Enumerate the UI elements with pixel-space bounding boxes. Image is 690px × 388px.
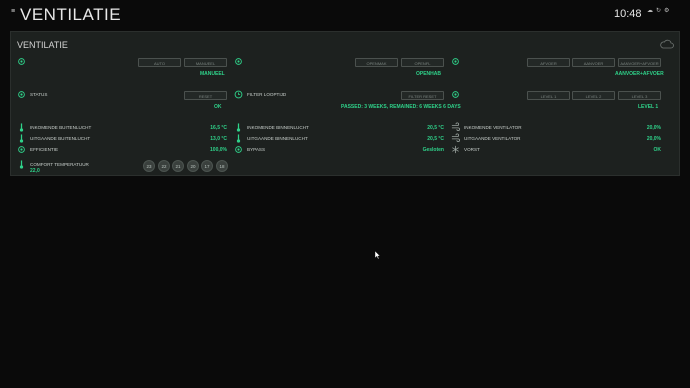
- cloud-status-icon: ☁: [647, 8, 653, 14]
- wind-icon: [451, 133, 460, 142]
- sensor-value: 20,5 °C: [427, 125, 444, 131]
- reset-button[interactable]: RESET: [184, 91, 227, 100]
- sensor-value: 20,0%: [646, 125, 661, 131]
- gear-icon: [452, 91, 459, 98]
- temp-option-button[interactable]: 23: [143, 160, 155, 172]
- sensor-label: EFFICIENTIE: [30, 147, 59, 152]
- comfort-label: COMFORT TEMPERATUUR: [30, 162, 89, 167]
- manueel-button[interactable]: MANUEEL: [184, 58, 227, 67]
- thermometer-icon: [19, 123, 24, 132]
- filter-value: PASSED: 3 WEEKS, REMAINED: 6 WEEKS 6 DAY…: [341, 104, 461, 110]
- panel-title: VENTILATIE: [17, 40, 68, 50]
- sync-icon[interactable]: ↻: [656, 7, 661, 14]
- ventilation-panel: VENTILATIE AUTO MANUEEL MANUEEL OPENMAK …: [10, 31, 680, 176]
- thermometer-icon: [19, 160, 24, 169]
- level-value: LEVEL 1: [638, 104, 659, 110]
- comfort-value: 22,0: [30, 168, 40, 174]
- sensor-label: UITGAANDE BUITENLUCHT: [30, 136, 91, 141]
- menu-icon[interactable]: ≡: [11, 8, 15, 15]
- cloud-icon: [660, 39, 674, 49]
- openfl-button[interactable]: OPENFL: [401, 58, 444, 67]
- snowflake-icon: [452, 145, 459, 154]
- sensor-value: 100,0%: [210, 147, 227, 153]
- clock-icon: [234, 90, 243, 99]
- clock: 10:48: [614, 8, 642, 20]
- top-bar: ≡ VENTILATIE 10:48 ☁ ↻ ⚙: [0, 0, 690, 30]
- aanvoer-button[interactable]: AANVOER: [572, 58, 615, 67]
- sensor-value: 20,5 °C: [427, 136, 444, 142]
- wind-icon: [451, 122, 460, 131]
- sensor-label: BYPASS: [247, 147, 266, 152]
- sensor-label: INKOMENDE BUITENLUCHT: [30, 125, 92, 130]
- gear-icon: [235, 58, 242, 65]
- app-title: VENTILATIE: [20, 5, 122, 24]
- sensor-label: INKOMENDE BINNENLUCHT: [247, 125, 309, 130]
- filter-reset-button[interactable]: FILTER RESET: [401, 91, 444, 100]
- mouse-cursor-icon: [375, 251, 380, 259]
- source-value: OPENHAB: [416, 71, 442, 77]
- temp-option-button[interactable]: 21: [172, 160, 184, 172]
- status-label: STATUS: [30, 92, 48, 97]
- temp-option-button[interactable]: 22: [158, 160, 170, 172]
- status-icons: ☁ ↻ ⚙: [647, 7, 669, 14]
- auto-button[interactable]: AUTO: [138, 58, 181, 67]
- filter-label: FILTER LOOPTIJD: [247, 92, 287, 97]
- thermometer-icon: [236, 134, 241, 143]
- sensor-value: 20,0%: [646, 136, 661, 142]
- afvoer-button[interactable]: AFVOER: [527, 58, 570, 67]
- temp-option-button[interactable]: 17: [201, 160, 213, 172]
- gear-icon: [18, 58, 25, 65]
- openmak-button[interactable]: OPENMAK: [355, 58, 398, 67]
- sensor-label: VORST: [464, 147, 480, 152]
- level-3-button[interactable]: LEVEL 3: [618, 91, 661, 100]
- temp-option-button[interactable]: 20: [187, 160, 199, 172]
- mode-value: MANUEEL: [200, 71, 225, 77]
- settings-icon[interactable]: ⚙: [664, 7, 669, 14]
- sensor-value: 16,5 °C: [210, 125, 227, 131]
- thermometer-icon: [19, 134, 24, 143]
- temp-option-button[interactable]: 18: [216, 160, 228, 172]
- gear-icon: [452, 58, 459, 65]
- gear-icon: [235, 146, 242, 153]
- sensor-value: 13,0 °C: [210, 136, 227, 142]
- sensor-value: Gesloten: [422, 147, 444, 153]
- gear-icon: [18, 146, 25, 153]
- sensor-label: UITGAANDE BINNENLUCHT: [247, 136, 308, 141]
- status-value: OK: [214, 104, 222, 110]
- sensor-label: UITGAANDE VENTILATOR: [464, 136, 521, 141]
- gear-icon: [18, 91, 25, 98]
- sensor-label: INKOMENDE VENTILATOR: [464, 125, 522, 130]
- aanvoer-afvoer-button[interactable]: AANVOER+AFVOER: [618, 58, 661, 67]
- level-2-button[interactable]: LEVEL 2: [572, 91, 615, 100]
- thermometer-icon: [236, 123, 241, 132]
- sensor-value: OK: [653, 147, 662, 153]
- level-1-button[interactable]: LEVEL 1: [527, 91, 570, 100]
- airflow-value: AANVOER+AFVOER: [615, 71, 664, 77]
